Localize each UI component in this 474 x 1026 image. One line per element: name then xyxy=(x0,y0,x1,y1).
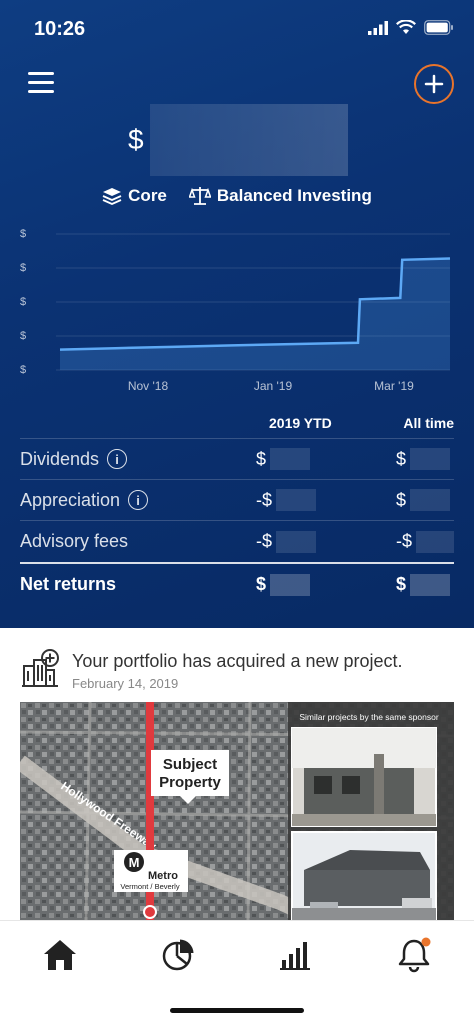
tab-home[interactable] xyxy=(40,935,80,975)
redacted-value xyxy=(410,489,451,511)
wifi-icon xyxy=(396,20,416,34)
portfolio-balance: $ xyxy=(128,104,348,176)
row-label: Net returns xyxy=(20,574,117,594)
portfolio-chart: $ $ $ $ $ Nov '18 Jan '19 Mar '19 xyxy=(0,222,474,402)
row-appreciation: Appreciation i -$ $ xyxy=(20,480,454,521)
value-ytd: $ xyxy=(256,574,267,594)
project-map: Hollywood Freeway Subject Property M Met… xyxy=(20,702,454,920)
bar-chart-icon xyxy=(280,942,310,970)
x-tick-label: Jan '19 xyxy=(254,379,293,393)
redacted-value xyxy=(276,489,317,511)
cellular-signal-icon xyxy=(368,20,388,35)
feed-card-header: Your portfolio has acquired a new projec… xyxy=(20,648,403,691)
info-icon[interactable]: i xyxy=(128,490,149,510)
menu-button[interactable] xyxy=(28,72,54,94)
redacted-value xyxy=(410,573,451,596)
portfolio-hero: 10:26 $ Core Balanced Investing $ $ $ $ … xyxy=(0,0,474,628)
value-all-time: $ xyxy=(396,574,407,594)
status-icons xyxy=(368,20,454,35)
balance-currency: $ xyxy=(128,124,144,155)
tag-core-label: Core xyxy=(128,186,167,205)
chart-plot: Nov '18 Jan '19 Mar '19 xyxy=(56,233,451,393)
project-map-image[interactable]: Hollywood Freeway Subject Property M Met… xyxy=(20,702,454,920)
value-all-time: -$ xyxy=(396,531,413,551)
row-dividends: Dividends i $ $ xyxy=(20,439,454,480)
returns-table: 2019 YTD All time Dividends i $ $ Apprec… xyxy=(20,408,454,605)
row-advisory-fees: Advisory fees -$ -$ xyxy=(20,521,454,562)
tag-balanced-investing[interactable]: Balanced Investing xyxy=(188,186,372,206)
home-indicator xyxy=(170,1008,304,1013)
info-icon[interactable]: i xyxy=(107,449,128,469)
redacted-value xyxy=(416,530,454,553)
tag-core[interactable]: Core xyxy=(102,186,167,206)
redacted-value xyxy=(410,448,451,470)
row-label: Advisory fees xyxy=(20,531,129,551)
portfolio-tags: Core Balanced Investing xyxy=(0,186,474,206)
similar-projects-caption: Similar projects by the same sponsor xyxy=(299,712,439,722)
redacted-value xyxy=(270,573,311,596)
x-tick-label: Nov '18 xyxy=(128,379,169,393)
subject-label-line1: Subject xyxy=(163,756,217,773)
redacted-value xyxy=(270,448,311,470)
layers-icon xyxy=(102,188,122,205)
metro-sublabel: Vermont / Beverly xyxy=(120,882,179,891)
value-ytd: -$ xyxy=(256,531,273,551)
battery-icon xyxy=(424,20,453,35)
feed-card-title: Your portfolio has acquired a new projec… xyxy=(72,651,403,671)
pie-chart-icon xyxy=(162,939,194,971)
feed-card-new-project[interactable]: Your portfolio has acquired a new projec… xyxy=(0,628,474,920)
redacted-value xyxy=(276,530,317,553)
metro-logo-icon: M xyxy=(129,855,140,870)
status-bar: 10:26 xyxy=(0,0,474,60)
status-time: 10:26 xyxy=(34,18,86,40)
similar-project-photo-2 xyxy=(291,831,437,920)
similar-project-photo-1 xyxy=(291,727,437,827)
value-ytd: -$ xyxy=(256,489,273,510)
bell-icon xyxy=(398,937,431,973)
value-ytd: $ xyxy=(256,448,267,469)
chart-area-fill xyxy=(60,258,450,370)
plus-icon xyxy=(424,74,444,94)
col-header-ytd: 2019 YTD xyxy=(269,415,332,431)
value-all-time: $ xyxy=(396,489,407,510)
row-label: Appreciation xyxy=(20,489,121,510)
notification-dot xyxy=(421,937,431,947)
tab-notifications[interactable] xyxy=(394,935,434,975)
row-net-returns: Net returns $ $ xyxy=(20,564,454,605)
subject-label-line2: Property xyxy=(159,774,221,791)
value-all-time: $ xyxy=(396,448,407,469)
returns-table-header: 2019 YTD All time xyxy=(20,408,454,438)
col-header-all-time: All time xyxy=(403,415,454,431)
x-tick-label: Mar '19 xyxy=(374,379,414,393)
home-icon xyxy=(44,940,76,970)
add-button[interactable] xyxy=(414,64,454,104)
balance-redacted xyxy=(149,104,348,176)
building-add-icon xyxy=(22,649,59,687)
tag-balanced-label: Balanced Investing xyxy=(216,186,372,205)
scale-icon xyxy=(188,187,211,205)
tab-performance[interactable] xyxy=(276,935,316,975)
metro-label: Metro xyxy=(148,870,178,882)
row-label: Dividends xyxy=(20,448,100,469)
tab-portfolio[interactable] xyxy=(158,935,198,975)
feed-card-date: February 14, 2019 xyxy=(72,676,179,691)
